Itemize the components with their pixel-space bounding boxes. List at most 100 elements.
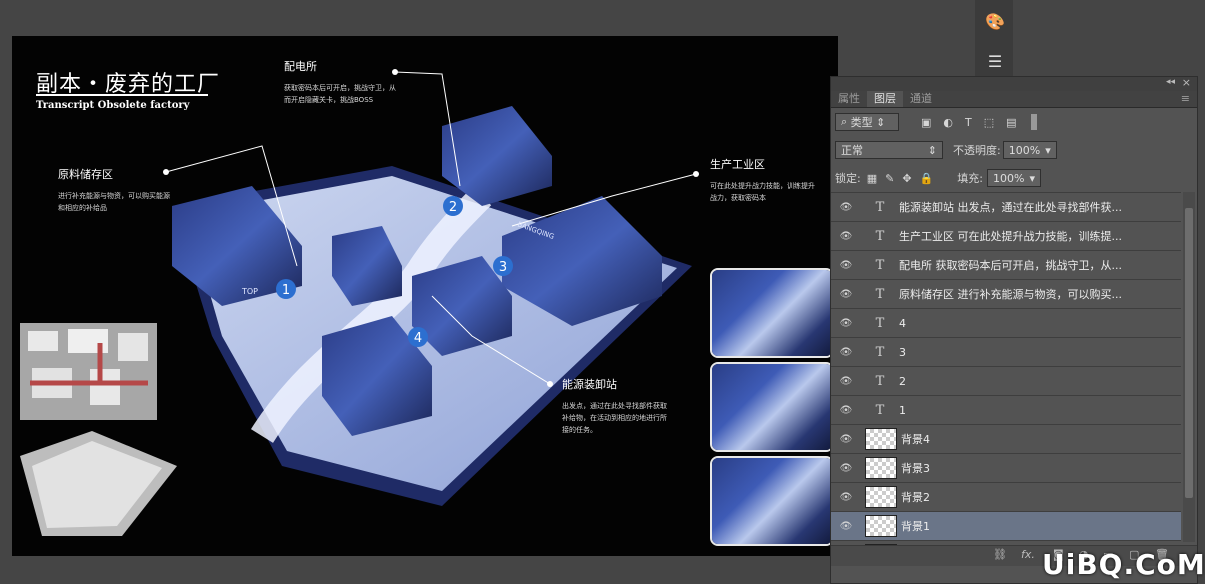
- lock-brush-icon[interactable]: ✎: [885, 172, 894, 185]
- layers-scrollbar[interactable]: [1183, 192, 1195, 542]
- panel-tabs: 属性 图层 通道 ≡: [831, 91, 1197, 108]
- tab-layers[interactable]: 图层: [867, 91, 903, 107]
- blend-mode-select[interactable]: 正常 ⇕: [835, 141, 943, 159]
- lock-label: 锁定:: [835, 172, 861, 185]
- layer-row[interactable]: 👁 背景2: [831, 482, 1181, 511]
- text-layer-icon: T: [875, 402, 885, 418]
- layer-row[interactable]: 👁 T 生产工业区 可在此处提升战力技能，训练提...: [831, 221, 1181, 250]
- text-layer-icon: T: [875, 315, 885, 331]
- svg-text:4: 4: [414, 331, 422, 346]
- layer-row[interactable]: 👁 T 2: [831, 366, 1181, 395]
- type-filter-icon[interactable]: T: [965, 116, 972, 129]
- document-canvas: 副本・废弃的工厂 Transcript Obsolete factory 1 2…: [12, 36, 838, 556]
- svg-text:2: 2: [449, 200, 457, 215]
- marker-3: 3: [493, 256, 513, 276]
- watermark-text: UiBQ.CoM: [1042, 548, 1205, 581]
- layer-row[interactable]: 👁 T 能源装卸站 出发点，通过在此处寻找部件获...: [831, 192, 1181, 221]
- layer-name: 背景3: [901, 462, 930, 475]
- annotation-raw-title: 原料储存区: [58, 168, 113, 181]
- eye-icon[interactable]: 👁: [831, 202, 861, 213]
- fill-input[interactable]: 100% ▾: [986, 169, 1041, 187]
- layer-name: 生产工业区 可在此处提升战力技能，训练提...: [899, 230, 1122, 243]
- minimap: [20, 323, 157, 420]
- text-layer-icon: T: [875, 257, 885, 273]
- opacity-input[interactable]: 100% ▾: [1002, 141, 1057, 159]
- layer-row[interactable]: 👁 T 4: [831, 308, 1181, 337]
- shape-filter-icon[interactable]: ⬚: [984, 116, 994, 129]
- layer-name: 背景2: [901, 491, 930, 504]
- fill-value: 100%: [992, 171, 1025, 185]
- annotation-raw-desc: 进行补充能源与物资，可以购买能源和相应的补给品: [58, 192, 170, 212]
- lock-position-icon[interactable]: ✥: [902, 172, 911, 185]
- text-layer-icon: T: [875, 344, 885, 360]
- eye-icon[interactable]: 👁: [831, 318, 861, 329]
- layer-name: 1: [899, 403, 906, 417]
- filter-row: ⌕ 类型 ⇕ ▣ ◐ T ⬚ ▤: [831, 108, 1197, 136]
- eye-icon[interactable]: 👁: [831, 405, 861, 416]
- annotation-power-desc: 获取密码本后可开启，挑战守卫，从而开启隐藏关卡，挑战BOSS: [284, 84, 396, 104]
- text-layer-icon: T: [875, 286, 885, 302]
- layers-panel: ◂◂ × 属性 图层 通道 ≡ ⌕ 类型 ⇕ ▣ ◐ T ⬚ ▤ 正常 ⇕ 不透明…: [830, 76, 1198, 584]
- annotation-energy-desc: 出发点，通过在此处寻找部件获取补给物，在活动到相应的地进行所接的任务。: [562, 402, 667, 434]
- link-layers-icon[interactable]: ⛓: [993, 548, 1007, 561]
- marker-4: 4: [408, 327, 428, 347]
- filter-kind-select[interactable]: ⌕ 类型 ⇕: [835, 113, 899, 131]
- annotation-energy-title: 能源装卸站: [562, 378, 617, 391]
- layer-name: 能源装卸站 出发点，通过在此处寻找部件获...: [899, 201, 1122, 214]
- opacity-value: 100%: [1008, 143, 1041, 157]
- text-layer-icon: T: [875, 199, 885, 215]
- opacity-label: 不透明度:: [953, 144, 1001, 157]
- layer-name: 4: [899, 316, 906, 330]
- eye-icon[interactable]: 👁: [831, 521, 861, 532]
- collapse-icon[interactable]: ◂◂: [1166, 77, 1175, 87]
- layer-name: 背景1: [901, 520, 930, 533]
- search-icon: ⌕: [841, 115, 848, 128]
- layer-row[interactable]: 👁 T 3: [831, 337, 1181, 366]
- layer-row[interactable]: 👁 背景4: [831, 424, 1181, 453]
- callout-dot-power: [392, 69, 398, 75]
- minimap-graphic: [28, 329, 148, 405]
- layer-thumbnail: [865, 457, 897, 479]
- layer-row[interactable]: 👁 背景1: [831, 511, 1181, 540]
- text-layer-icon: T: [875, 373, 885, 389]
- layer-thumbnail: [865, 515, 897, 537]
- smart-object-filter-icon[interactable]: ▤: [1006, 116, 1016, 129]
- fx-button[interactable]: fx.: [1021, 548, 1035, 561]
- layer-row[interactable]: 👁 T 原料储存区 进行补充能源与物资，可以购买...: [831, 279, 1181, 308]
- eye-icon[interactable]: 👁: [831, 231, 861, 242]
- svg-text:3: 3: [499, 260, 507, 275]
- layer-thumbnail: [865, 428, 897, 450]
- eye-icon[interactable]: 👁: [831, 434, 861, 445]
- chevron-down-icon: ▾: [1029, 171, 1035, 185]
- annotation-power-title: 配电所: [284, 60, 317, 73]
- eye-icon[interactable]: 👁: [831, 347, 861, 358]
- panel-menu-icon[interactable]: ≡: [1174, 91, 1197, 107]
- eye-icon[interactable]: 👁: [831, 492, 861, 503]
- annotation-production-desc: 可在此处提升战力技能，训练提升战力，获取密码本: [710, 182, 815, 202]
- marker-2: 2: [443, 196, 463, 216]
- tab-properties[interactable]: 属性: [831, 91, 867, 107]
- layer-name: 配电所 获取密码本后可开启，挑战守卫，从...: [899, 259, 1122, 272]
- pixel-filter-icon[interactable]: ▣: [921, 116, 931, 129]
- layer-thumbnail: [865, 486, 897, 508]
- tab-channels[interactable]: 通道: [903, 91, 939, 107]
- eye-icon[interactable]: 👁: [831, 463, 861, 474]
- eye-icon[interactable]: 👁: [831, 289, 861, 300]
- layer-row[interactable]: 👁 T 配电所 获取密码本后可开启，挑战守卫，从...: [831, 250, 1181, 279]
- eye-icon[interactable]: 👁: [831, 376, 861, 387]
- blend-row: 正常 ⇕ 不透明度: 100% ▾: [831, 136, 1197, 164]
- close-icon[interactable]: ×: [1182, 76, 1191, 89]
- chevron-down-icon: ▾: [1045, 143, 1051, 157]
- filter-toggle[interactable]: [1030, 114, 1037, 130]
- swatches-icon[interactable]: 🎨: [980, 8, 1010, 36]
- layer-row[interactable]: 👁 背景3: [831, 453, 1181, 482]
- scrollbar-thumb[interactable]: [1185, 208, 1193, 498]
- adjustment-filter-icon[interactable]: ◐: [943, 116, 953, 129]
- layer-row[interactable]: 👁 T 1: [831, 395, 1181, 424]
- eye-icon[interactable]: 👁: [831, 260, 861, 271]
- lock-all-icon[interactable]: 🔒: [920, 172, 934, 185]
- thumbnail-loading: [710, 362, 834, 452]
- adjustments-icon[interactable]: ☰: [980, 48, 1010, 76]
- lock-transparent-icon[interactable]: ▦: [867, 172, 877, 185]
- svg-text:1: 1: [282, 283, 290, 298]
